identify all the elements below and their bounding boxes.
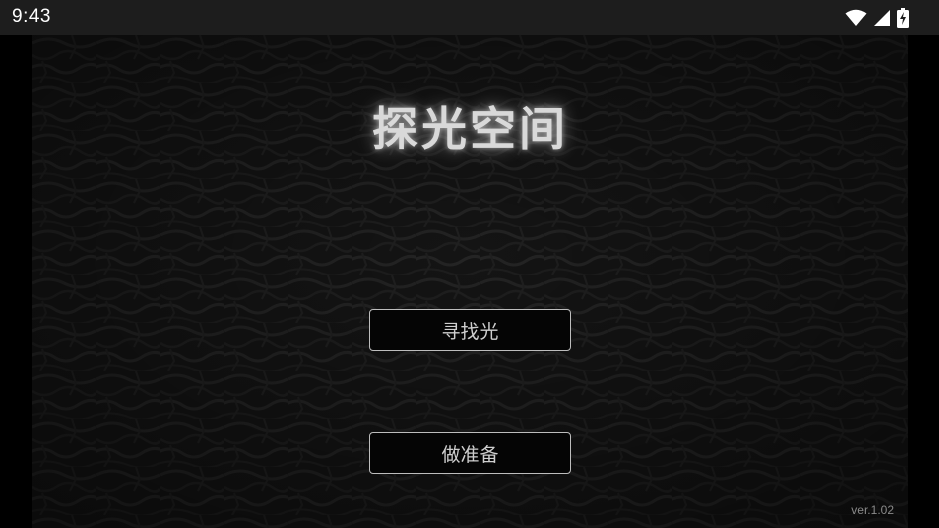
game-screen: 探光空间 寻找光 做准备 ver.1.02 — [32, 35, 908, 528]
status-icons — [845, 7, 909, 29]
cellular-signal-icon — [874, 10, 890, 26]
left-letterbox — [0, 35, 32, 528]
prepare-button-label: 做准备 — [441, 443, 499, 466]
game-title: 探光空间 — [372, 102, 568, 156]
wifi-icon — [845, 9, 867, 26]
find-light-button[interactable]: 寻找光 — [369, 309, 571, 351]
battery-charging-icon — [897, 8, 909, 28]
right-letterbox — [908, 35, 939, 528]
status-bar: 9:43 — [0, 0, 939, 35]
prepare-button[interactable]: 做准备 — [369, 432, 571, 474]
version-label: ver.1.02 — [851, 503, 894, 517]
status-time: 9:43 — [12, 6, 51, 27]
find-light-button-label: 寻找光 — [441, 320, 499, 343]
